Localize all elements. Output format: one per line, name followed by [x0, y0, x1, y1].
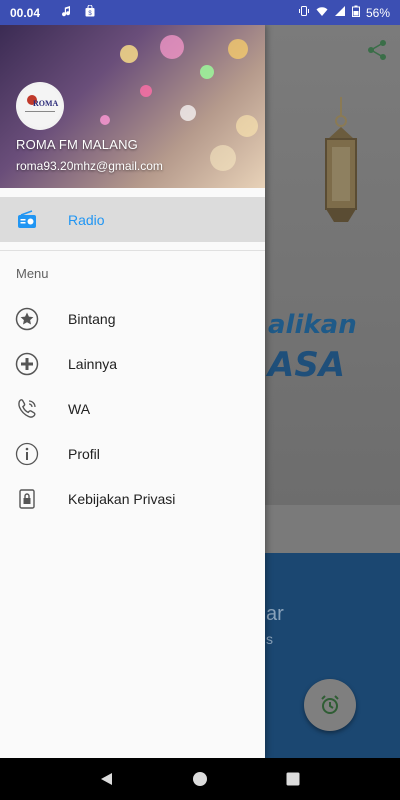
back-button[interactable]	[92, 764, 122, 794]
station-logo: ROMA	[16, 82, 64, 130]
status-time: 00.04	[10, 5, 41, 20]
drawer-header: ROMA ROMA FM MALANG roma93.20mhz@gmail.c…	[0, 25, 265, 188]
panel-text-line1: ar	[266, 603, 284, 625]
drawer-item-bintang[interactable]: Bintang	[0, 296, 265, 341]
drawer-title: ROMA FM MALANG	[16, 137, 138, 152]
alarm-button[interactable]	[304, 679, 356, 731]
status-bar: 00.04 $ 56%	[0, 0, 400, 25]
station-logo-text: ROMA	[33, 99, 59, 108]
drawer-item-label: Profil	[68, 445, 100, 462]
drawer-item-wa[interactable]: WA	[0, 386, 265, 431]
lock-icon	[15, 487, 39, 511]
info-icon	[15, 442, 39, 466]
signal-icon	[334, 5, 346, 20]
menu-section-label: Menu	[16, 266, 49, 281]
drawer-item-label: WA	[68, 400, 91, 417]
music-note-icon	[62, 5, 74, 20]
wifi-icon	[316, 5, 328, 20]
share-icon[interactable]	[366, 39, 388, 61]
drawer-item-profil[interactable]: Profil	[0, 431, 265, 476]
drawer-item-label: Kebijakan Privasi	[68, 490, 176, 507]
plus-circle-icon	[15, 352, 39, 376]
drawer-item-label: Bintang	[68, 310, 116, 327]
radio-icon	[15, 208, 39, 232]
drawer-item-label: Lainnya	[68, 355, 118, 372]
drawer-item-kebijakan-privasi[interactable]: Kebijakan Privasi	[0, 476, 265, 521]
vibrate-icon	[298, 5, 310, 20]
alarm-clock-icon	[321, 695, 339, 714]
navigation-drawer: ROMA ROMA FM MALANG roma93.20mhz@gmail.c…	[0, 25, 265, 758]
drawer-item-radio[interactable]: Radio	[0, 197, 265, 242]
drawer-item-label: Radio	[68, 211, 105, 228]
lantern-icon	[325, 97, 357, 222]
battery-icon	[351, 5, 360, 20]
drawer-item-lainnya[interactable]: Lainnya	[0, 341, 265, 386]
banner-text-line2: ASA	[268, 345, 346, 385]
drawer-email: roma93.20mhz@gmail.com	[16, 159, 163, 173]
phone-icon	[15, 397, 39, 421]
shop-bag-icon: $	[84, 5, 96, 20]
recents-button[interactable]	[278, 764, 308, 794]
star-icon	[15, 307, 39, 331]
back-triangle-icon	[100, 773, 112, 785]
drawer-divider	[0, 250, 265, 251]
home-circle-icon	[192, 772, 207, 786]
battery-level: 56%	[365, 5, 390, 20]
system-navigation-bar	[0, 758, 400, 800]
panel-text-line2: s	[266, 631, 273, 647]
home-button[interactable]	[185, 764, 215, 794]
recents-square-icon	[286, 772, 300, 786]
banner-text-line1: alikan	[268, 310, 357, 340]
